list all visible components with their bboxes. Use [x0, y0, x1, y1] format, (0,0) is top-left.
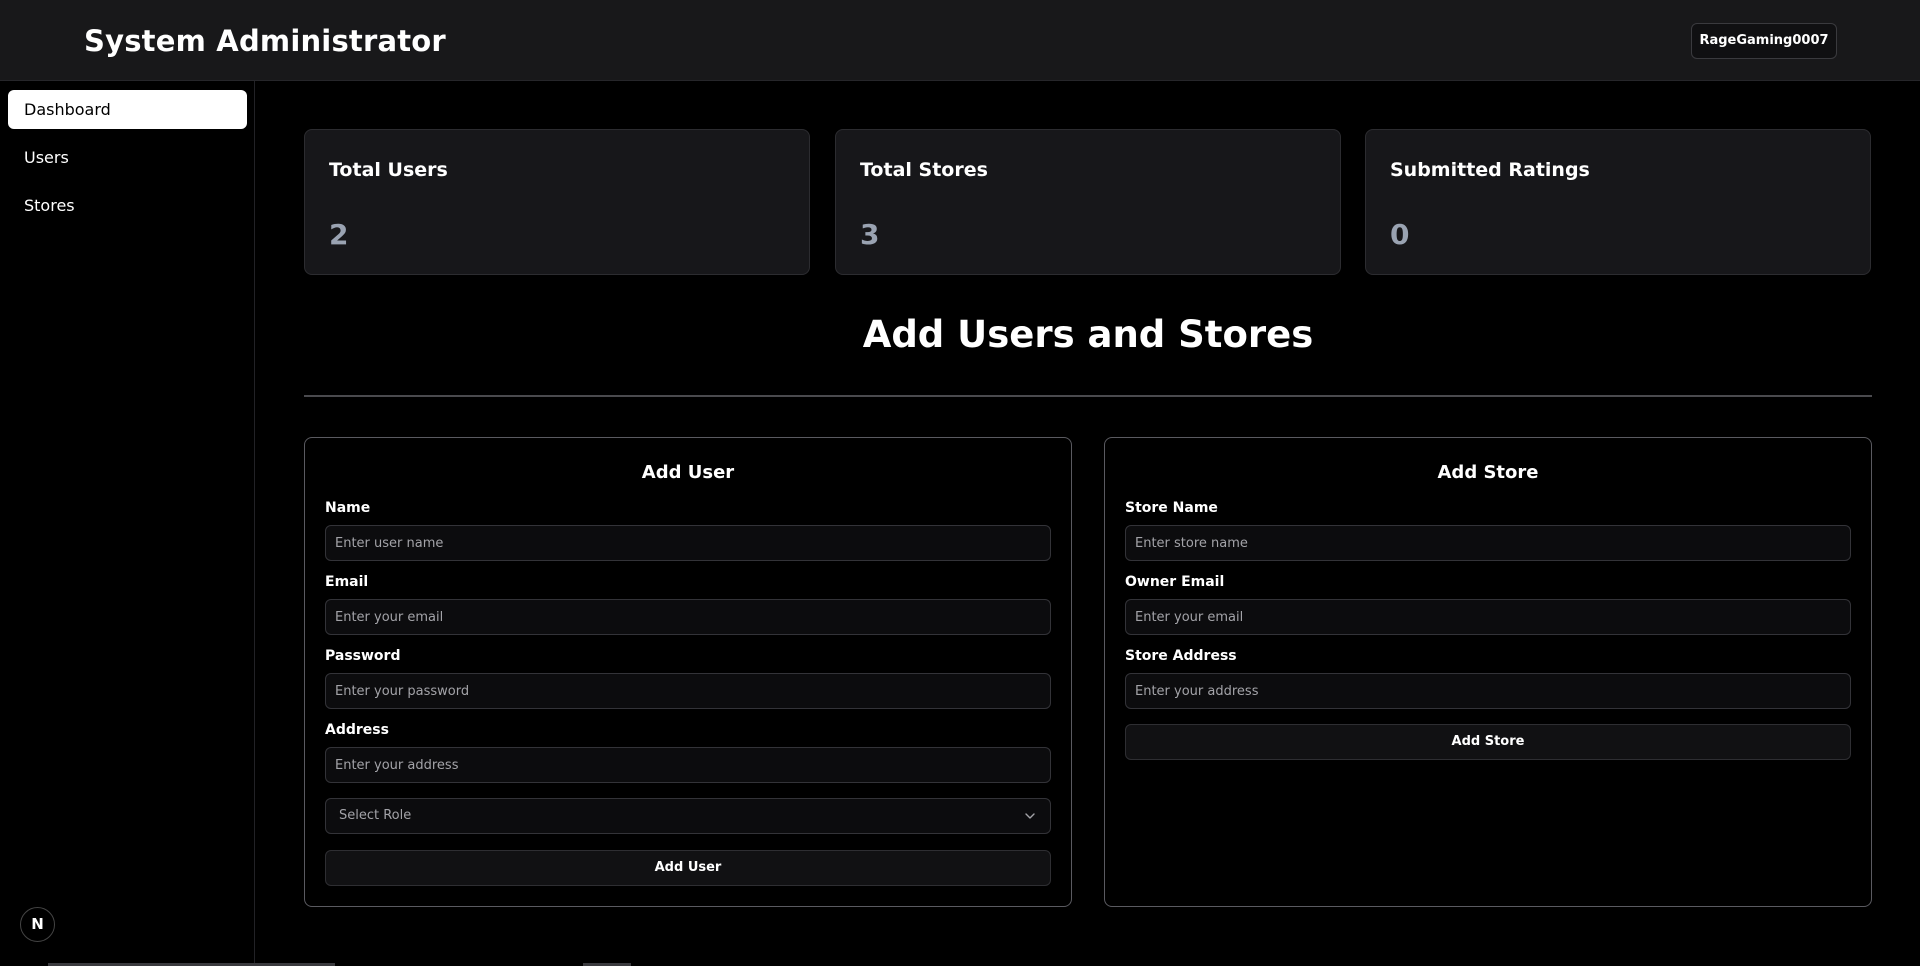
add-user-button[interactable]: Add User	[325, 850, 1051, 886]
stat-card-submitted-ratings: Submitted Ratings 0	[1365, 129, 1871, 275]
stat-label: Total Users	[329, 159, 448, 181]
add-store-title: Add Store	[1437, 462, 1539, 483]
user-email-label: Email	[325, 574, 369, 590]
user-password-input[interactable]	[325, 673, 1051, 709]
add-store-form: Add Store Store Name Owner Email Store A…	[1104, 437, 1872, 907]
role-select-value: Select Role	[339, 808, 412, 823]
chevron-down-icon	[1025, 813, 1035, 819]
section-divider	[304, 395, 1872, 397]
store-address-input[interactable]	[1125, 673, 1851, 709]
user-address-label: Address	[325, 722, 389, 738]
stat-label: Total Stores	[860, 159, 988, 181]
store-name-input[interactable]	[1125, 525, 1851, 561]
add-store-button[interactable]: Add Store	[1125, 724, 1851, 760]
user-name-input[interactable]	[325, 525, 1051, 561]
add-user-form: Add User Name Email Password Address Sel…	[304, 437, 1072, 907]
user-menu-button[interactable]: RageGaming0007	[1691, 23, 1837, 59]
stat-card-total-users: Total Users 2	[304, 129, 810, 275]
top-bar: System Administrator RageGaming0007	[0, 0, 1920, 81]
owner-email-input[interactable]	[1125, 599, 1851, 635]
next-logo-badge[interactable]: N	[20, 907, 55, 942]
store-address-label: Store Address	[1125, 648, 1237, 664]
user-password-label: Password	[325, 648, 401, 664]
store-name-label: Store Name	[1125, 500, 1218, 516]
stat-card-total-stores: Total Stores 3	[835, 129, 1341, 275]
stat-value: 2	[329, 218, 349, 251]
user-email-input[interactable]	[325, 599, 1051, 635]
section-title: Add Users and Stores	[862, 313, 1314, 356]
role-select[interactable]: Select Role	[325, 798, 1051, 834]
sidebar-item-stores[interactable]: Stores	[8, 186, 247, 225]
app-title: System Administrator	[84, 24, 446, 58]
stat-label: Submitted Ratings	[1390, 159, 1590, 181]
add-user-title: Add User	[641, 462, 735, 483]
sidebar: Dashboard Users Stores	[0, 81, 255, 966]
user-name-label: Name	[325, 500, 371, 516]
sidebar-item-dashboard[interactable]: Dashboard	[8, 90, 247, 129]
stat-value: 0	[1390, 218, 1410, 251]
owner-email-label: Owner Email	[1125, 574, 1225, 590]
user-address-input[interactable]	[325, 747, 1051, 783]
sidebar-item-users[interactable]: Users	[8, 138, 247, 177]
stat-value: 3	[860, 218, 880, 251]
